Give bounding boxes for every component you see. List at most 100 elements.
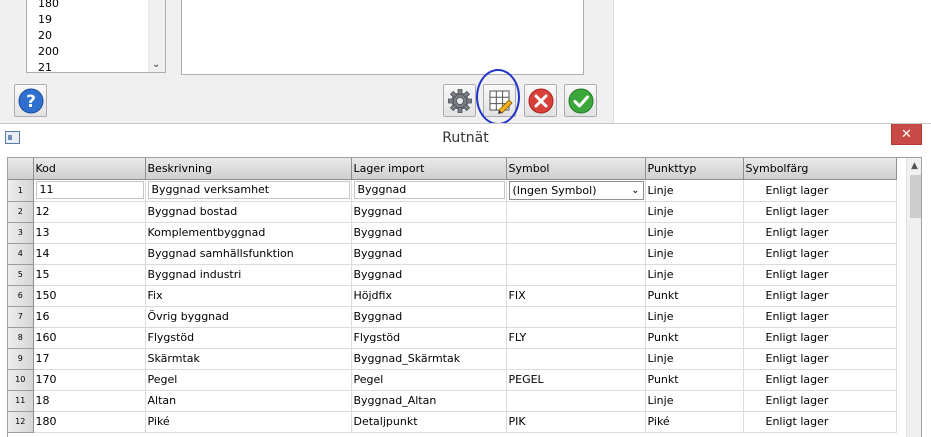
cell-lager[interactable]: Byggnad: [351, 179, 507, 202]
cell-symbolfarg[interactable]: Enligt lager: [743, 201, 897, 223]
cell-symbolfarg[interactable]: Enligt lager: [743, 390, 897, 412]
cell-kod[interactable]: 160: [33, 327, 146, 349]
cell-punkttyp[interactable]: Linje: [645, 390, 744, 412]
list-item[interactable]: 21: [38, 60, 59, 72]
cell-beskrivning[interactable]: Byggnad bostad: [145, 201, 352, 223]
cell-symbolfarg[interactable]: Enligt lager: [743, 285, 897, 307]
column-header-symbolfarg[interactable]: Symbolfärg: [743, 158, 897, 180]
grid-scrollbar[interactable]: ▲: [906, 158, 921, 437]
row-header[interactable]: 6: [8, 285, 34, 307]
cell-lager[interactable]: Byggnad: [351, 201, 507, 223]
cell-kod[interactable]: 170: [33, 369, 146, 391]
cell-lager[interactable]: Höjdfix: [351, 285, 507, 307]
cell-punkttyp[interactable]: Piké: [645, 411, 744, 433]
table-row[interactable]: 1 11 Byggnad verksamhet Byggnad (Ingen S…: [8, 179, 897, 202]
cell-kod[interactable]: 13: [33, 222, 146, 244]
cell-lager[interactable]: Flygstöd: [351, 327, 507, 349]
table-row[interactable]: 7 16 Övrig byggnad Byggnad Linje Enligt …: [8, 306, 897, 328]
chevron-up-icon[interactable]: ▲: [911, 161, 918, 171]
cell-kod[interactable]: 17: [33, 348, 146, 370]
table-row[interactable]: 2 12 Byggnad bostad Byggnad Linje Enligt…: [8, 201, 897, 223]
cell-beskrivning[interactable]: Komplementbyggnad: [145, 222, 352, 244]
cell-beskrivning[interactable]: Pegel: [145, 369, 352, 391]
table-row[interactable]: 9 17 Skärmtak Byggnad_Skärmtak Linje Enl…: [8, 348, 897, 370]
cell-symbol[interactable]: [506, 348, 646, 370]
cell-kod[interactable]: 18: [33, 390, 146, 412]
cell-punkttyp[interactable]: Linje: [645, 264, 744, 286]
column-header-kod[interactable]: Kod: [33, 158, 146, 180]
cell-symbolfarg[interactable]: Enligt lager: [743, 411, 897, 433]
cell-punkttyp[interactable]: Linje: [645, 306, 744, 328]
cancel-button[interactable]: [524, 84, 557, 117]
table-row[interactable]: 5 15 Byggnad industri Byggnad Linje Enli…: [8, 264, 897, 286]
cell-kod[interactable]: 12: [33, 201, 146, 223]
table-row[interactable]: 4 14 Byggnad samhällsfunktion Byggnad Li…: [8, 243, 897, 265]
cell-lager[interactable]: Byggnad_Altan: [351, 390, 507, 412]
close-button[interactable]: ✕: [891, 124, 922, 145]
cell-symbol[interactable]: [506, 201, 646, 223]
cell-symbol[interactable]: FLY: [506, 327, 646, 349]
column-header-lager-import[interactable]: Lager import: [351, 158, 507, 180]
cell-punkttyp[interactable]: Punkt: [645, 285, 744, 307]
cell-symbol[interactable]: [506, 243, 646, 265]
cell-symbol[interactable]: [506, 264, 646, 286]
cell-symbolfarg[interactable]: Enligt lager: [743, 306, 897, 328]
row-header[interactable]: 5: [8, 264, 34, 286]
cell-kod[interactable]: 15: [33, 264, 146, 286]
grid-button[interactable]: [483, 84, 516, 117]
cell-symbol[interactable]: [506, 222, 646, 244]
cell-symbolfarg[interactable]: Enligt lager: [743, 369, 897, 391]
table-row[interactable]: 10 170 Pegel Pegel PEGEL Punkt Enligt la…: [8, 369, 897, 391]
cell-beskrivning[interactable]: Övrig byggnad: [145, 306, 352, 328]
cell-beskrivning[interactable]: Byggnad industri: [145, 264, 352, 286]
cell-beskrivning[interactable]: Piké: [145, 411, 352, 433]
row-header[interactable]: 10: [8, 369, 34, 391]
beskrivning-input[interactable]: Byggnad verksamhet: [147, 181, 350, 199]
cell-symbol[interactable]: [506, 390, 646, 412]
row-header[interactable]: 7: [8, 306, 34, 328]
chevron-down-icon[interactable]: ⌄: [152, 59, 160, 70]
cell-beskrivning[interactable]: Flygstöd: [145, 327, 352, 349]
cell-symbolfarg[interactable]: Enligt lager: [743, 327, 897, 349]
cell-symbolfarg[interactable]: Enligt lager: [743, 243, 897, 265]
listbox-scrollbar[interactable]: ⌄: [148, 0, 165, 72]
cell-punkttyp[interactable]: Linje: [645, 348, 744, 370]
row-header[interactable]: 11: [8, 390, 34, 412]
list-item[interactable]: 180: [38, 0, 59, 12]
chevron-down-icon[interactable]: ⌄: [631, 182, 639, 199]
description-textarea[interactable]: [181, 0, 584, 75]
cell-symbol[interactable]: FIX: [506, 285, 646, 307]
table-row[interactable]: 12 180 Piké Detaljpunkt PIK Piké Enligt …: [8, 411, 897, 433]
cell-beskrivning[interactable]: Fix: [145, 285, 352, 307]
column-header-beskrivning[interactable]: Beskrivning: [145, 158, 352, 180]
row-header[interactable]: 3: [8, 222, 34, 244]
row-header[interactable]: 8: [8, 327, 34, 349]
table-row[interactable]: 8 160 Flygstöd Flygstöd FLY Punkt Enligt…: [8, 327, 897, 349]
cell-lager[interactable]: Byggnad: [351, 306, 507, 328]
cell-symbol[interactable]: PEGEL: [506, 369, 646, 391]
lager-input[interactable]: Byggnad: [353, 181, 505, 199]
table-row[interactable]: 6 150 Fix Höjdfix FIX Punkt Enligt lager: [8, 285, 897, 307]
cell-punkttyp[interactable]: Linje: [645, 243, 744, 265]
column-header-symbol[interactable]: Symbol: [506, 158, 646, 180]
cell-beskrivning[interactable]: Altan: [145, 390, 352, 412]
cell-punkttyp[interactable]: Linje: [645, 222, 744, 244]
cell-kod[interactable]: 16: [33, 306, 146, 328]
cell-lager[interactable]: Detaljpunkt: [351, 411, 507, 433]
cell-symbolfarg[interactable]: Enligt lager: [743, 264, 897, 286]
row-header[interactable]: 2: [8, 201, 34, 223]
table-row[interactable]: 3 13 Komplementbyggnad Byggnad Linje Enl…: [8, 222, 897, 244]
cell-symbolfarg[interactable]: Enligt lager: [743, 348, 897, 370]
cell-beskrivning[interactable]: Byggnad verksamhet: [145, 179, 352, 202]
cell-punkttyp[interactable]: Punkt: [645, 369, 744, 391]
cell-punkttyp[interactable]: Punkt: [645, 327, 744, 349]
symbol-select[interactable]: (Ingen Symbol) ⌄: [508, 180, 644, 200]
list-item[interactable]: 200: [38, 44, 59, 60]
cell-lager[interactable]: Byggnad: [351, 222, 507, 244]
cell-kod[interactable]: 180: [33, 411, 146, 433]
cell-kod[interactable]: 14: [33, 243, 146, 265]
cell-lager[interactable]: Byggnad: [351, 243, 507, 265]
corner-header[interactable]: [8, 158, 34, 180]
title-bar[interactable]: Rutnät ✕: [0, 124, 931, 151]
cell-beskrivning[interactable]: Byggnad samhällsfunktion: [145, 243, 352, 265]
